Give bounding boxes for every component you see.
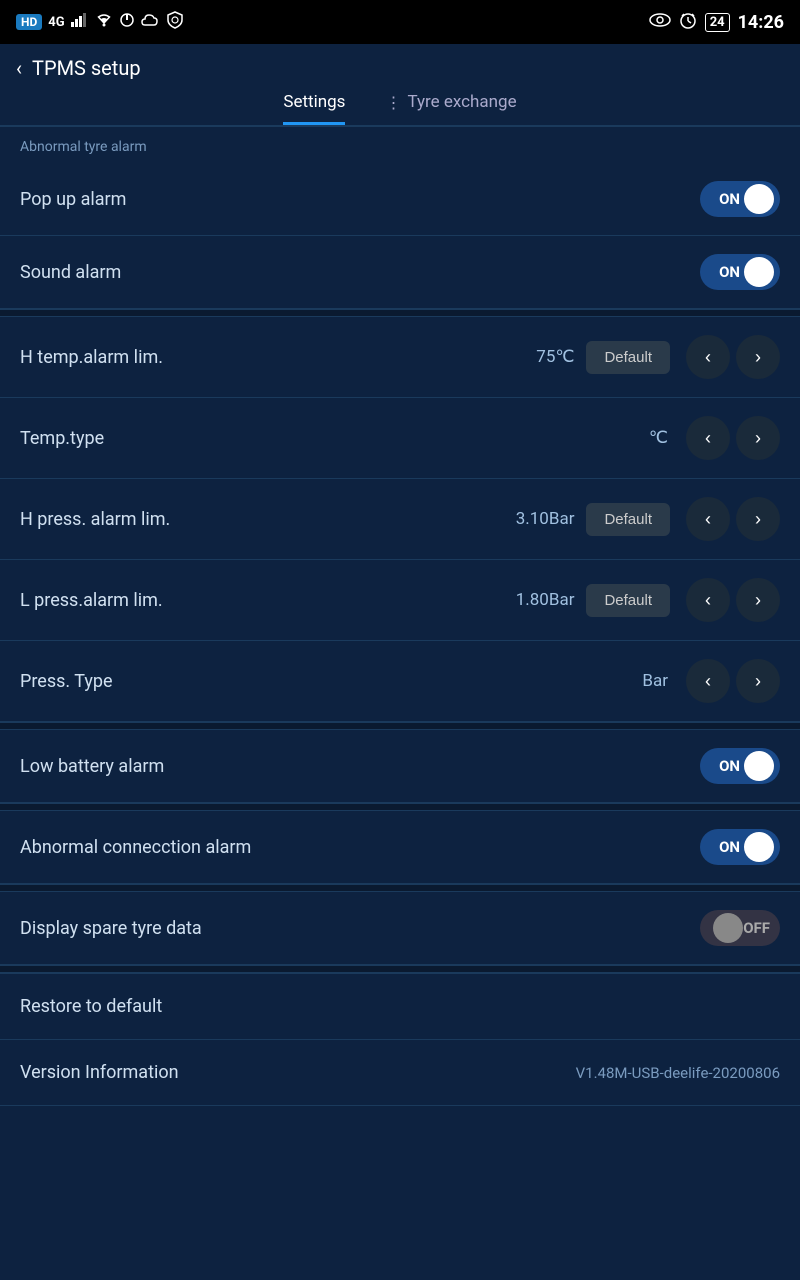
h-temp-default-button[interactable]: Default	[586, 341, 670, 374]
divider-3	[0, 803, 800, 811]
version-info-label: Version Information	[20, 1062, 576, 1083]
spare-tyre-toggle[interactable]: OFF	[700, 910, 780, 946]
toggle-knob	[744, 184, 774, 214]
setting-row-sound-alarm: Sound alarm ON	[0, 236, 800, 309]
tab-tyre-exchange[interactable]: ⋮ Tyre exchange	[385, 92, 516, 125]
press-type-value: Bar	[642, 671, 668, 691]
setting-row-version-info: Version Information V1.48M-USB-deelife-2…	[0, 1040, 800, 1106]
temp-type-value: ℃	[649, 428, 668, 448]
h-temp-label: H temp.alarm lim.	[20, 347, 536, 368]
h-press-label: H press. alarm lim.	[20, 509, 516, 530]
divider-1	[0, 309, 800, 317]
h-temp-value: 75℃	[536, 347, 574, 367]
restore-default-label: Restore to default	[20, 996, 162, 1017]
toggle-knob	[744, 751, 774, 781]
h-press-increase-button[interactable]: ›	[736, 497, 780, 541]
4g-badge: 4G	[48, 15, 64, 30]
settings-content: Abnormal tyre alarm Pop up alarm ON Soun…	[0, 126, 800, 1106]
section-label-abnormal-tyre: Abnormal tyre alarm	[0, 126, 800, 163]
signal-icon	[71, 13, 89, 31]
status-right: 24 14:26	[649, 11, 784, 33]
popup-alarm-toggle[interactable]: ON	[700, 181, 780, 217]
battery-icon: 24	[705, 13, 730, 32]
l-press-default-button[interactable]: Default	[586, 584, 670, 617]
setting-row-l-press: L press.alarm lim. 1.80Bar Default ‹ ›	[0, 560, 800, 641]
low-battery-toggle[interactable]: ON	[700, 748, 780, 784]
setting-row-h-press: H press. alarm lim. 3.10Bar Default ‹ ›	[0, 479, 800, 560]
divider-2	[0, 722, 800, 730]
setting-row-abnormal-connection: Abnormal connecction alarm ON	[0, 811, 800, 884]
l-press-value: 1.80Bar	[516, 590, 575, 610]
power-icon	[119, 12, 135, 32]
sound-alarm-label: Sound alarm	[20, 262, 700, 283]
setting-row-restore-default[interactable]: Restore to default	[0, 973, 800, 1040]
spare-tyre-label: Display spare tyre data	[20, 918, 700, 939]
h-temp-increase-button[interactable]: ›	[736, 335, 780, 379]
setting-row-popup-alarm: Pop up alarm ON	[0, 163, 800, 236]
toggle-knob	[744, 257, 774, 287]
popup-alarm-label: Pop up alarm	[20, 189, 700, 210]
divider-5	[0, 965, 800, 973]
abnormal-connection-label: Abnormal connecction alarm	[20, 837, 700, 858]
press-type-label: Press. Type	[20, 671, 642, 692]
shield-icon	[167, 11, 183, 33]
temp-type-decrease-button[interactable]: ‹	[686, 416, 730, 460]
status-bar: HD 4G	[0, 0, 800, 44]
version-info-value: V1.48M-USB-deelife-20200806	[576, 1064, 780, 1082]
setting-row-temp-type: Temp.type ℃ ‹ ›	[0, 398, 800, 479]
toggle-knob	[713, 913, 743, 943]
setting-row-press-type: Press. Type Bar ‹ ›	[0, 641, 800, 722]
alarm-icon	[679, 11, 697, 33]
temp-type-label: Temp.type	[20, 428, 649, 449]
temp-type-increase-button[interactable]: ›	[736, 416, 780, 460]
cloud-icon	[141, 13, 161, 31]
tab-bar: Settings ⋮ Tyre exchange	[0, 80, 800, 126]
low-battery-label: Low battery alarm	[20, 756, 700, 777]
l-press-decrease-button[interactable]: ‹	[686, 578, 730, 622]
setting-row-spare-tyre: Display spare tyre data OFF	[0, 892, 800, 965]
page-title: TPMS setup	[32, 56, 141, 80]
toggle-knob	[744, 832, 774, 862]
h-press-value: 3.10Bar	[516, 509, 575, 529]
press-type-increase-button[interactable]: ›	[736, 659, 780, 703]
app-header: ‹ TPMS setup	[0, 44, 800, 80]
eye-icon	[649, 12, 671, 32]
hd-badge: HD	[16, 14, 42, 30]
l-press-label: L press.alarm lim.	[20, 590, 516, 611]
back-button[interactable]: ‹	[16, 56, 22, 80]
h-press-default-button[interactable]: Default	[586, 503, 670, 536]
setting-row-low-battery: Low battery alarm ON	[0, 730, 800, 803]
time-display: 14:26	[738, 12, 784, 33]
l-press-increase-button[interactable]: ›	[736, 578, 780, 622]
abnormal-connection-toggle[interactable]: ON	[700, 829, 780, 865]
tab-settings[interactable]: Settings	[283, 92, 345, 125]
h-press-decrease-button[interactable]: ‹	[686, 497, 730, 541]
status-left: HD 4G	[16, 11, 183, 33]
wifi-icon	[95, 13, 113, 31]
sound-alarm-toggle[interactable]: ON	[700, 254, 780, 290]
h-temp-decrease-button[interactable]: ‹	[686, 335, 730, 379]
press-type-decrease-button[interactable]: ‹	[686, 659, 730, 703]
setting-row-h-temp: H temp.alarm lim. 75℃ Default ‹ ›	[0, 317, 800, 398]
divider-4	[0, 884, 800, 892]
